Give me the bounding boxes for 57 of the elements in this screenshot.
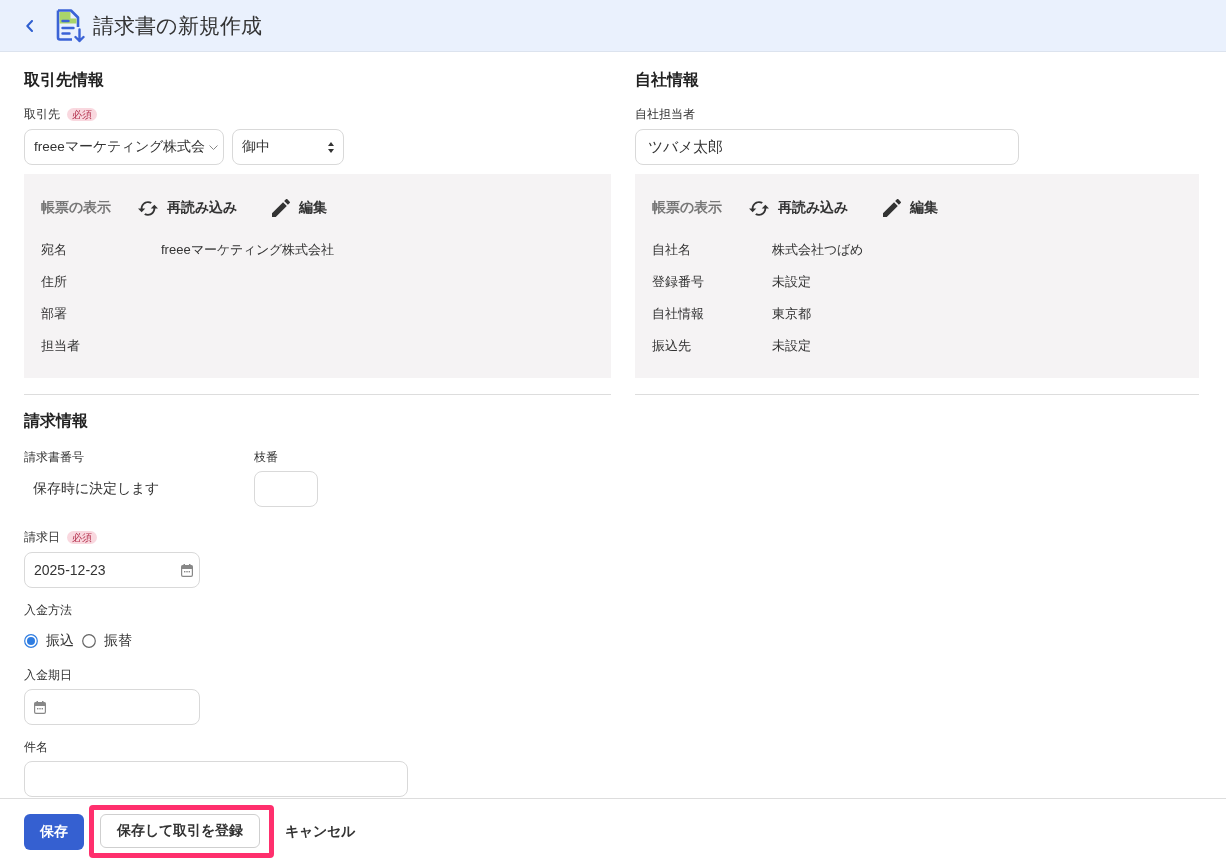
page-title: 請求書の新規作成 (93, 12, 262, 39)
reload-button[interactable]: 再読み込み (138, 199, 237, 217)
detail-value: 東京都 (772, 305, 812, 323)
chevron-left-icon[interactable] (26, 19, 33, 32)
required-badge: 必須 (67, 107, 97, 121)
detail-label: 自社情報 (652, 305, 705, 323)
primary-button[interactable]: 保存 (24, 813, 84, 850)
sync-icon (749, 200, 769, 216)
detail-label: 部署 (41, 305, 68, 323)
detail-value: freeeマーケティング株式会社 (161, 241, 335, 259)
up-down-arrows-icon (328, 141, 334, 153)
detail-value: 未設定 (772, 337, 812, 355)
pencil-icon (883, 199, 901, 217)
radio-label: 振替 (104, 632, 132, 650)
detail-label: 宛名 (41, 241, 68, 259)
field-label: 入金方法 (24, 602, 72, 618)
secondary-button[interactable]: 保存して取引を登録 (100, 814, 260, 848)
calendar-icon (34, 700, 46, 714)
section-heading: 請求情報 (24, 411, 89, 431)
detail-label: 住所 (41, 273, 68, 291)
section-heading: 取引先情報 (24, 70, 105, 90)
text-field[interactable]: ツバメ太郎 (635, 129, 1019, 165)
detail-label: 振込先 (652, 337, 692, 355)
sync-icon (138, 200, 158, 216)
radio-button[interactable] (82, 634, 96, 648)
radio-label: 振込 (46, 632, 74, 650)
edit-button[interactable]: 編集 (272, 199, 327, 217)
field-label: 取引先 (24, 106, 60, 122)
detail-value: 株式会社つばめ (772, 241, 864, 259)
preview-title: 帳票の表示 (652, 199, 722, 217)
field-label: 自社担当者 (635, 106, 695, 122)
field-label: 請求書番号 (24, 449, 84, 465)
section-heading: 自社情報 (635, 70, 700, 90)
detail-label: 担当者 (41, 337, 81, 355)
pencil-icon (272, 199, 290, 217)
required-badge: 必須 (67, 530, 97, 544)
chevron-down-icon (208, 144, 218, 150)
reload-button[interactable]: 再読み込み (749, 199, 848, 217)
field-label: 入金期日 (24, 667, 72, 683)
date-field[interactable] (24, 689, 200, 725)
calendar-icon (181, 563, 193, 577)
preview-title: 帳票の表示 (41, 199, 111, 217)
client-select[interactable]: freeeマーケティング株式会 (24, 129, 224, 165)
field-value: 保存時に決定します (32, 479, 160, 498)
input-field[interactable] (24, 761, 408, 797)
radio-button[interactable] (24, 634, 38, 648)
field-label: 件名 (24, 739, 48, 755)
field-label: 請求日 (24, 529, 60, 545)
honorific-select[interactable]: 御中 (232, 129, 344, 165)
detail-value: 未設定 (772, 273, 812, 291)
text-button[interactable]: キャンセル (279, 814, 361, 849)
detail-label: 自社名 (652, 241, 692, 259)
detail-label: 登録番号 (652, 273, 705, 291)
input-field[interactable] (254, 471, 318, 507)
edit-button[interactable]: 編集 (883, 199, 938, 217)
field-label: 枝番 (254, 449, 278, 465)
date-field[interactable]: 2025-12-23 (24, 552, 200, 588)
